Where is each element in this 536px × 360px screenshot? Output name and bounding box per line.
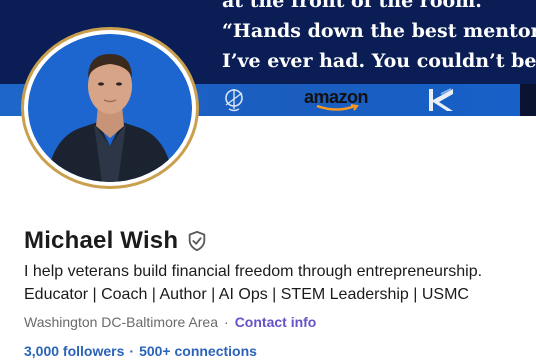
headline-line: Educator | Coach | Author | AI Ops | STE… [24, 286, 469, 303]
avatar [28, 34, 192, 182]
banner-quote-line: at the front of the room. [222, 0, 482, 12]
banner-quote-line: I’ve ever had. You couldn’t be in [222, 50, 536, 72]
profile-photo-portrait [28, 34, 192, 182]
name-row: Michael Wish [24, 226, 536, 256]
profile-photo[interactable] [24, 30, 196, 186]
profile-intro: Michael Wish I help veterans build finan… [24, 226, 536, 359]
profile-name: Michael Wish [24, 227, 179, 254]
location-row: Washington DC-Baltimore Area · Contact i… [24, 314, 536, 330]
connections-link[interactable]: 500+ connections [139, 343, 257, 359]
separator-dot: · [224, 314, 229, 330]
profile-headline: I help veterans build financial freedom … [24, 260, 536, 306]
amazon-smile-icon [316, 104, 359, 111]
profile-location: Washington DC-Baltimore Area [24, 314, 219, 330]
network-stats-row: 3,000 followers · 500+ connections [24, 343, 536, 359]
separator-dot: · [129, 343, 135, 359]
usmc-emblem-icon [214, 84, 254, 116]
headline-line: I help veterans build financial freedom … [24, 263, 483, 280]
banner-quote: at the front of the room. “Hands down th… [222, 0, 536, 76]
contact-info-link[interactable]: Contact info [235, 314, 317, 330]
banner-quote-line: “Hands down the best mentor an [222, 20, 536, 42]
followers-link[interactable]: 3,000 followers [24, 343, 124, 359]
k-logo-icon [424, 84, 460, 116]
amazon-logo-icon: amazon [296, 84, 376, 116]
verified-shield-icon[interactable] [186, 230, 208, 252]
partial-logo-icon [520, 84, 536, 116]
